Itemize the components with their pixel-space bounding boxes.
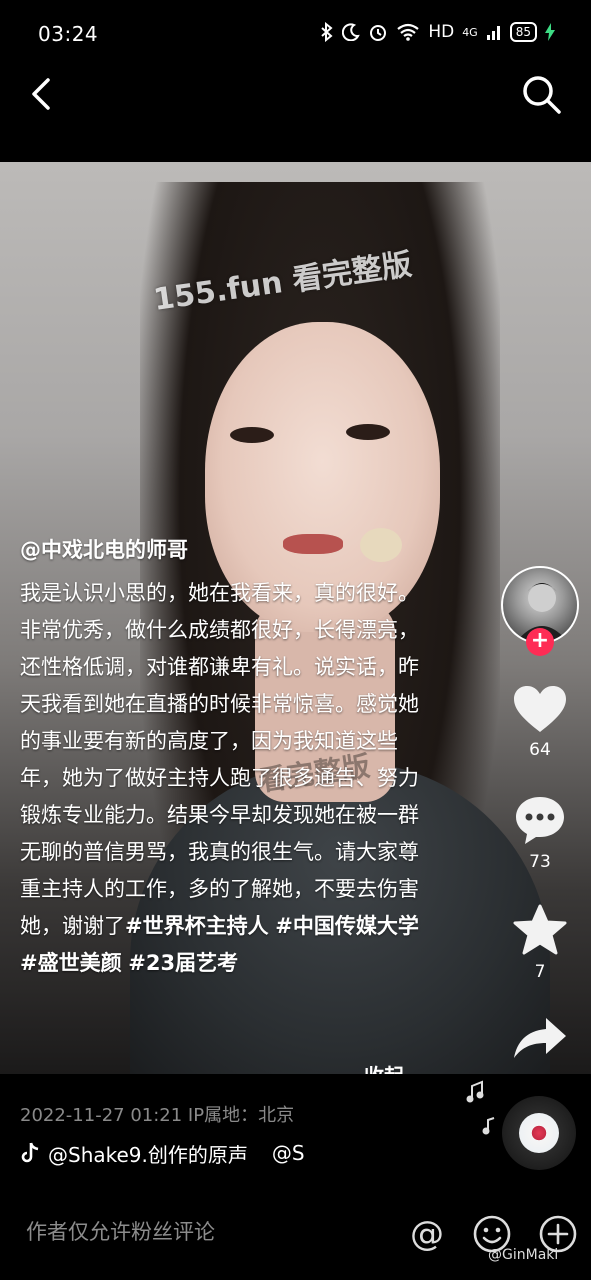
share-arrow-icon	[514, 1018, 566, 1058]
music-disc[interactable]	[502, 1096, 576, 1170]
video-subject-eye-left	[230, 427, 274, 443]
hashtag-2[interactable]: #中国传媒大学	[275, 914, 419, 938]
favorite-button[interactable]: 7	[500, 904, 580, 982]
star-icon	[513, 904, 567, 955]
author-name[interactable]: @中戏北电的师哥	[20, 534, 188, 564]
music-label-scroll: @S	[271, 1141, 305, 1165]
status-time: 03:24	[38, 22, 99, 46]
video-caption: 我是认识小思的，她在我看来，真的很好。非常优秀，做什么成绩都很好，长得漂亮，还性…	[20, 575, 425, 982]
top-nav	[0, 72, 591, 162]
search-button[interactable]	[519, 72, 563, 116]
at-icon: @	[410, 1214, 444, 1254]
music-label: @Shake9.创作的原声	[48, 1142, 248, 1167]
battery-indicator: 85	[509, 22, 537, 42]
back-button[interactable]	[22, 72, 66, 116]
signal-icon	[486, 26, 500, 40]
music-disc-cover	[519, 1113, 559, 1153]
comment-button[interactable]: 73	[500, 794, 580, 872]
comment-input[interactable]: 作者仅允许粉丝评论	[26, 1216, 215, 1246]
moon-icon	[342, 23, 361, 41]
search-icon	[523, 76, 561, 114]
collapse-button[interactable]: 收起	[364, 1060, 404, 1074]
mention-button[interactable]: @	[407, 1214, 447, 1254]
tiktok-logo-icon	[21, 1142, 39, 1163]
favorite-count: 7	[534, 962, 546, 982]
music-notes-icon	[462, 1078, 502, 1148]
caption-text: 我是认识小思的，她在我看来，真的很好。非常优秀，做什么成绩都很好，长得漂亮，还性…	[20, 581, 419, 938]
status-icons: HD 4G 85	[320, 22, 555, 42]
weibo-watermark: @GinMaki	[488, 1247, 559, 1263]
hashtag-1[interactable]: #世界杯主持人	[125, 914, 269, 938]
bluetooth-icon	[321, 22, 333, 42]
status-bar: 03:24 HD 4G 85	[0, 0, 591, 72]
headset-mic	[360, 528, 402, 562]
comment-icon	[516, 797, 564, 844]
network-label: HD	[428, 22, 455, 42]
wifi-icon	[397, 23, 419, 41]
comment-count: 73	[529, 852, 551, 872]
share-button[interactable]	[500, 1014, 580, 1066]
post-date-location: 2022-11-27 01:21 IP属地：北京	[20, 1105, 295, 1126]
chevron-left-icon	[32, 78, 50, 110]
charging-icon	[545, 23, 555, 41]
signal-label: 4G	[462, 25, 478, 39]
music-row[interactable]: @Shake9.创作的原声 @S	[20, 1139, 320, 1167]
alarm-icon	[370, 25, 387, 41]
like-button[interactable]: 64	[500, 684, 580, 760]
like-count: 64	[529, 740, 551, 760]
hashtag-3[interactable]: #盛世美颜	[20, 951, 122, 975]
follow-button[interactable]: +	[526, 628, 554, 656]
video-subject-eye-right	[346, 424, 390, 440]
bottom-bar: 作者仅允许粉丝评论 @ @GinMaki	[0, 1190, 591, 1280]
hashtag-4[interactable]: #23届艺考	[128, 951, 238, 975]
heart-icon	[514, 686, 566, 732]
video-subject-lips	[283, 534, 343, 554]
